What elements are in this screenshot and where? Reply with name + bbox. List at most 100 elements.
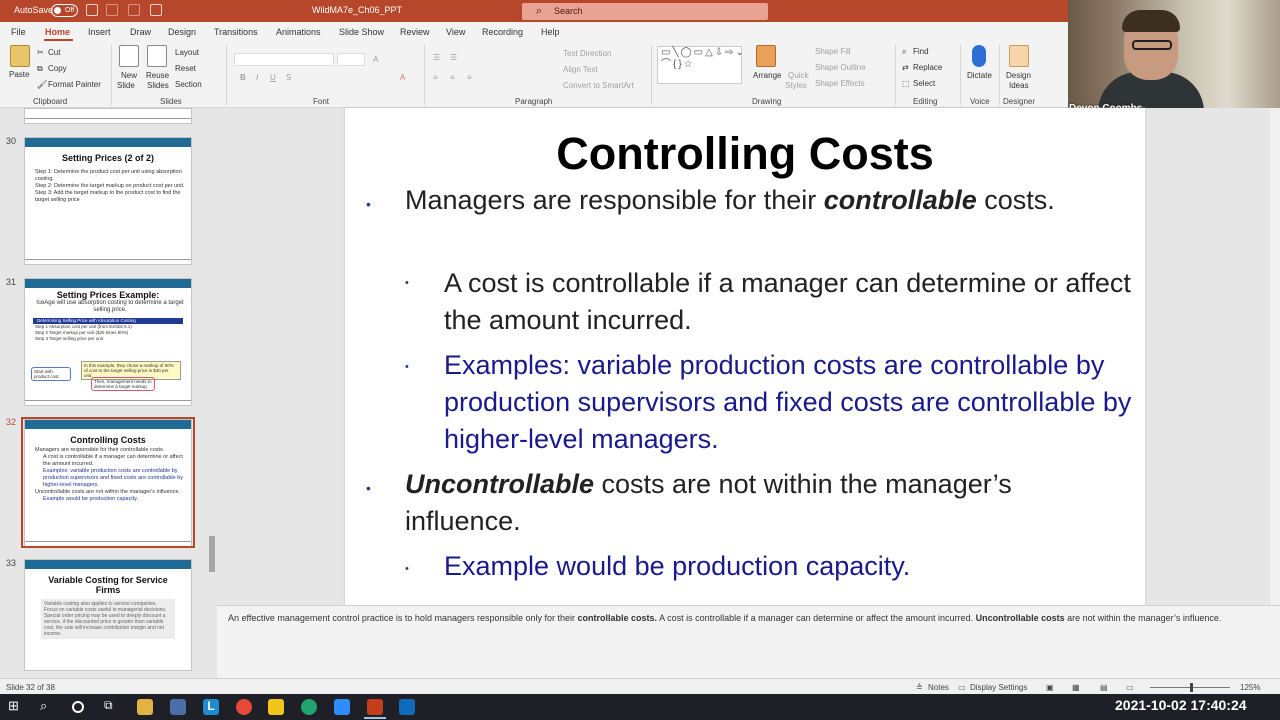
tab-review[interactable]: Review: [400, 27, 430, 37]
undo-icon[interactable]: [106, 4, 118, 16]
bullet-3[interactable]: Examples: variable production costs are …: [444, 347, 1134, 458]
reuse-label-1[interactable]: Reuse: [146, 71, 169, 80]
find-icon[interactable]: ⌕: [902, 47, 906, 57]
replace-icon[interactable]: ⇄: [902, 63, 909, 72]
italic-icon[interactable]: I: [256, 73, 258, 82]
cut-icon[interactable]: ✂: [37, 48, 44, 57]
bullet-1[interactable]: Managers are responsible for their contr…: [405, 182, 1105, 219]
present-icon[interactable]: [150, 4, 162, 16]
slide-title[interactable]: Controlling Costs: [345, 128, 1145, 180]
align-text-button[interactable]: Align Text: [563, 65, 598, 74]
thumbnail-31[interactable]: Setting Prices Example: IceAge will use …: [24, 278, 192, 406]
search-box[interactable]: ⌕ Search: [522, 3, 768, 20]
bullets-icon[interactable]: ☰: [433, 53, 440, 62]
text-direction-button[interactable]: Text Direction: [563, 49, 611, 58]
cut-button[interactable]: Cut: [48, 48, 60, 57]
reuse-label-2[interactable]: Slides: [147, 81, 169, 90]
zoom-icon[interactable]: [334, 699, 350, 715]
quick-styles-label-2[interactable]: Styles: [785, 81, 807, 90]
copy-icon[interactable]: ⧉: [37, 64, 43, 74]
current-slide[interactable]: Controlling Costs • Managers are respons…: [345, 108, 1145, 605]
select-icon[interactable]: ⬚: [902, 79, 910, 88]
format-painter-icon[interactable]: 🖌: [37, 80, 47, 89]
windows-start-icon[interactable]: ⊞: [8, 698, 24, 714]
dictate-button[interactable]: Dictate: [967, 71, 992, 80]
align-center-icon[interactable]: ≡: [450, 73, 455, 82]
bullet-4[interactable]: Uncontrollable costs are not within the …: [405, 466, 1125, 540]
replace-button[interactable]: Replace: [913, 63, 942, 72]
shape-fill-button[interactable]: Shape Fill: [815, 47, 851, 56]
notes-icon[interactable]: ≙: [916, 683, 923, 692]
app-l-icon[interactable]: L: [203, 699, 219, 715]
tab-recording[interactable]: Recording: [482, 27, 523, 37]
tab-slide-show[interactable]: Slide Show: [339, 27, 384, 37]
design-ideas-label-2[interactable]: Ideas: [1009, 81, 1029, 90]
edge-icon[interactable]: [301, 699, 317, 715]
powerpoint-icon[interactable]: [367, 699, 383, 715]
slideshow-icon[interactable]: ▭: [1126, 683, 1134, 692]
search-icon[interactable]: ⌕: [40, 698, 56, 714]
file-explorer-icon[interactable]: [137, 699, 153, 715]
design-ideas-label-1[interactable]: Design: [1006, 71, 1031, 80]
reuse-slides-icon[interactable]: [147, 45, 167, 67]
notes-toggle[interactable]: Notes: [928, 683, 949, 692]
arrange-button[interactable]: Arrange: [753, 71, 781, 80]
copy-button[interactable]: Copy: [48, 64, 67, 73]
thumbnail-29[interactable]: [24, 108, 192, 124]
quick-styles-label-1[interactable]: Quick: [788, 71, 808, 80]
tab-transitions[interactable]: Transitions: [214, 27, 258, 37]
new-slide-label-2[interactable]: Slide: [117, 81, 135, 90]
numbering-icon[interactable]: ☰: [450, 53, 457, 62]
zoom-level[interactable]: 125%: [1240, 683, 1260, 692]
shape-outline-button[interactable]: Shape Outline: [815, 63, 866, 72]
tab-design[interactable]: Design: [168, 27, 196, 37]
tab-home[interactable]: Home: [45, 27, 70, 37]
arrange-icon[interactable]: [756, 45, 776, 67]
align-left-icon[interactable]: ≡: [433, 73, 438, 82]
tab-insert[interactable]: Insert: [88, 27, 111, 37]
document-title[interactable]: WildMA7e_Ch06_PPT: [312, 5, 402, 15]
select-button[interactable]: Select: [913, 79, 935, 88]
align-right-icon[interactable]: ≡: [467, 73, 472, 82]
slide-sorter-icon[interactable]: ▦: [1072, 683, 1080, 692]
paste-button[interactable]: Paste: [9, 70, 29, 79]
reading-view-icon[interactable]: ▤: [1100, 683, 1108, 692]
design-ideas-icon[interactable]: [1009, 45, 1029, 67]
tab-help[interactable]: Help: [541, 27, 560, 37]
autosave-toggle[interactable]: Off: [51, 4, 78, 17]
underline-icon[interactable]: U: [270, 73, 276, 82]
thumbnail-scroll-thumb[interactable]: [209, 536, 215, 572]
tab-file[interactable]: File: [11, 27, 26, 37]
thumbnail-scrollbar[interactable]: [207, 108, 217, 678]
cortana-icon[interactable]: [72, 701, 84, 713]
font-name-dropdown[interactable]: [234, 53, 334, 66]
shape-effects-button[interactable]: Shape Effects: [815, 79, 865, 88]
font-size-dropdown[interactable]: [337, 53, 365, 66]
shadow-icon[interactable]: S: [286, 73, 291, 82]
bold-icon[interactable]: B: [240, 73, 246, 82]
save-icon[interactable]: [86, 4, 98, 16]
new-slide-label-1[interactable]: New: [121, 71, 137, 80]
layout-button[interactable]: Layout: [175, 48, 199, 57]
star-app-icon[interactable]: [268, 699, 284, 715]
slide-scrollbar[interactable]: [1270, 108, 1280, 605]
display-settings-icon[interactable]: ▭: [958, 683, 966, 692]
bullet-5[interactable]: Example would be production capacity.: [444, 548, 1134, 585]
zoom-slider-thumb[interactable]: [1190, 683, 1193, 692]
chrome-icon[interactable]: [236, 699, 252, 715]
bullet-2[interactable]: A cost is controllable if a manager can …: [444, 265, 1134, 339]
new-slide-icon[interactable]: [119, 45, 139, 67]
section-button[interactable]: Section: [175, 80, 202, 89]
redo-icon[interactable]: [128, 4, 140, 16]
reset-button[interactable]: Reset: [175, 64, 196, 73]
speaker-notes[interactable]: An effective management control practice…: [217, 605, 1280, 678]
format-painter-button[interactable]: Format Painter: [48, 80, 101, 89]
normal-view-icon[interactable]: ▣: [1046, 683, 1054, 692]
grow-font-icon[interactable]: A: [373, 55, 378, 64]
thumbnail-33[interactable]: Variable Costing for Service Firms Varia…: [24, 559, 192, 671]
convert-smartart-button[interactable]: Convert to SmartArt: [563, 81, 634, 90]
tab-animations[interactable]: Animations: [276, 27, 321, 37]
microphone-icon[interactable]: [972, 45, 986, 67]
paste-icon[interactable]: [10, 45, 30, 67]
shapes-gallery[interactable]: ▭╲◯▭△⇩⇨⌄ ⌒{}☆: [657, 46, 744, 84]
